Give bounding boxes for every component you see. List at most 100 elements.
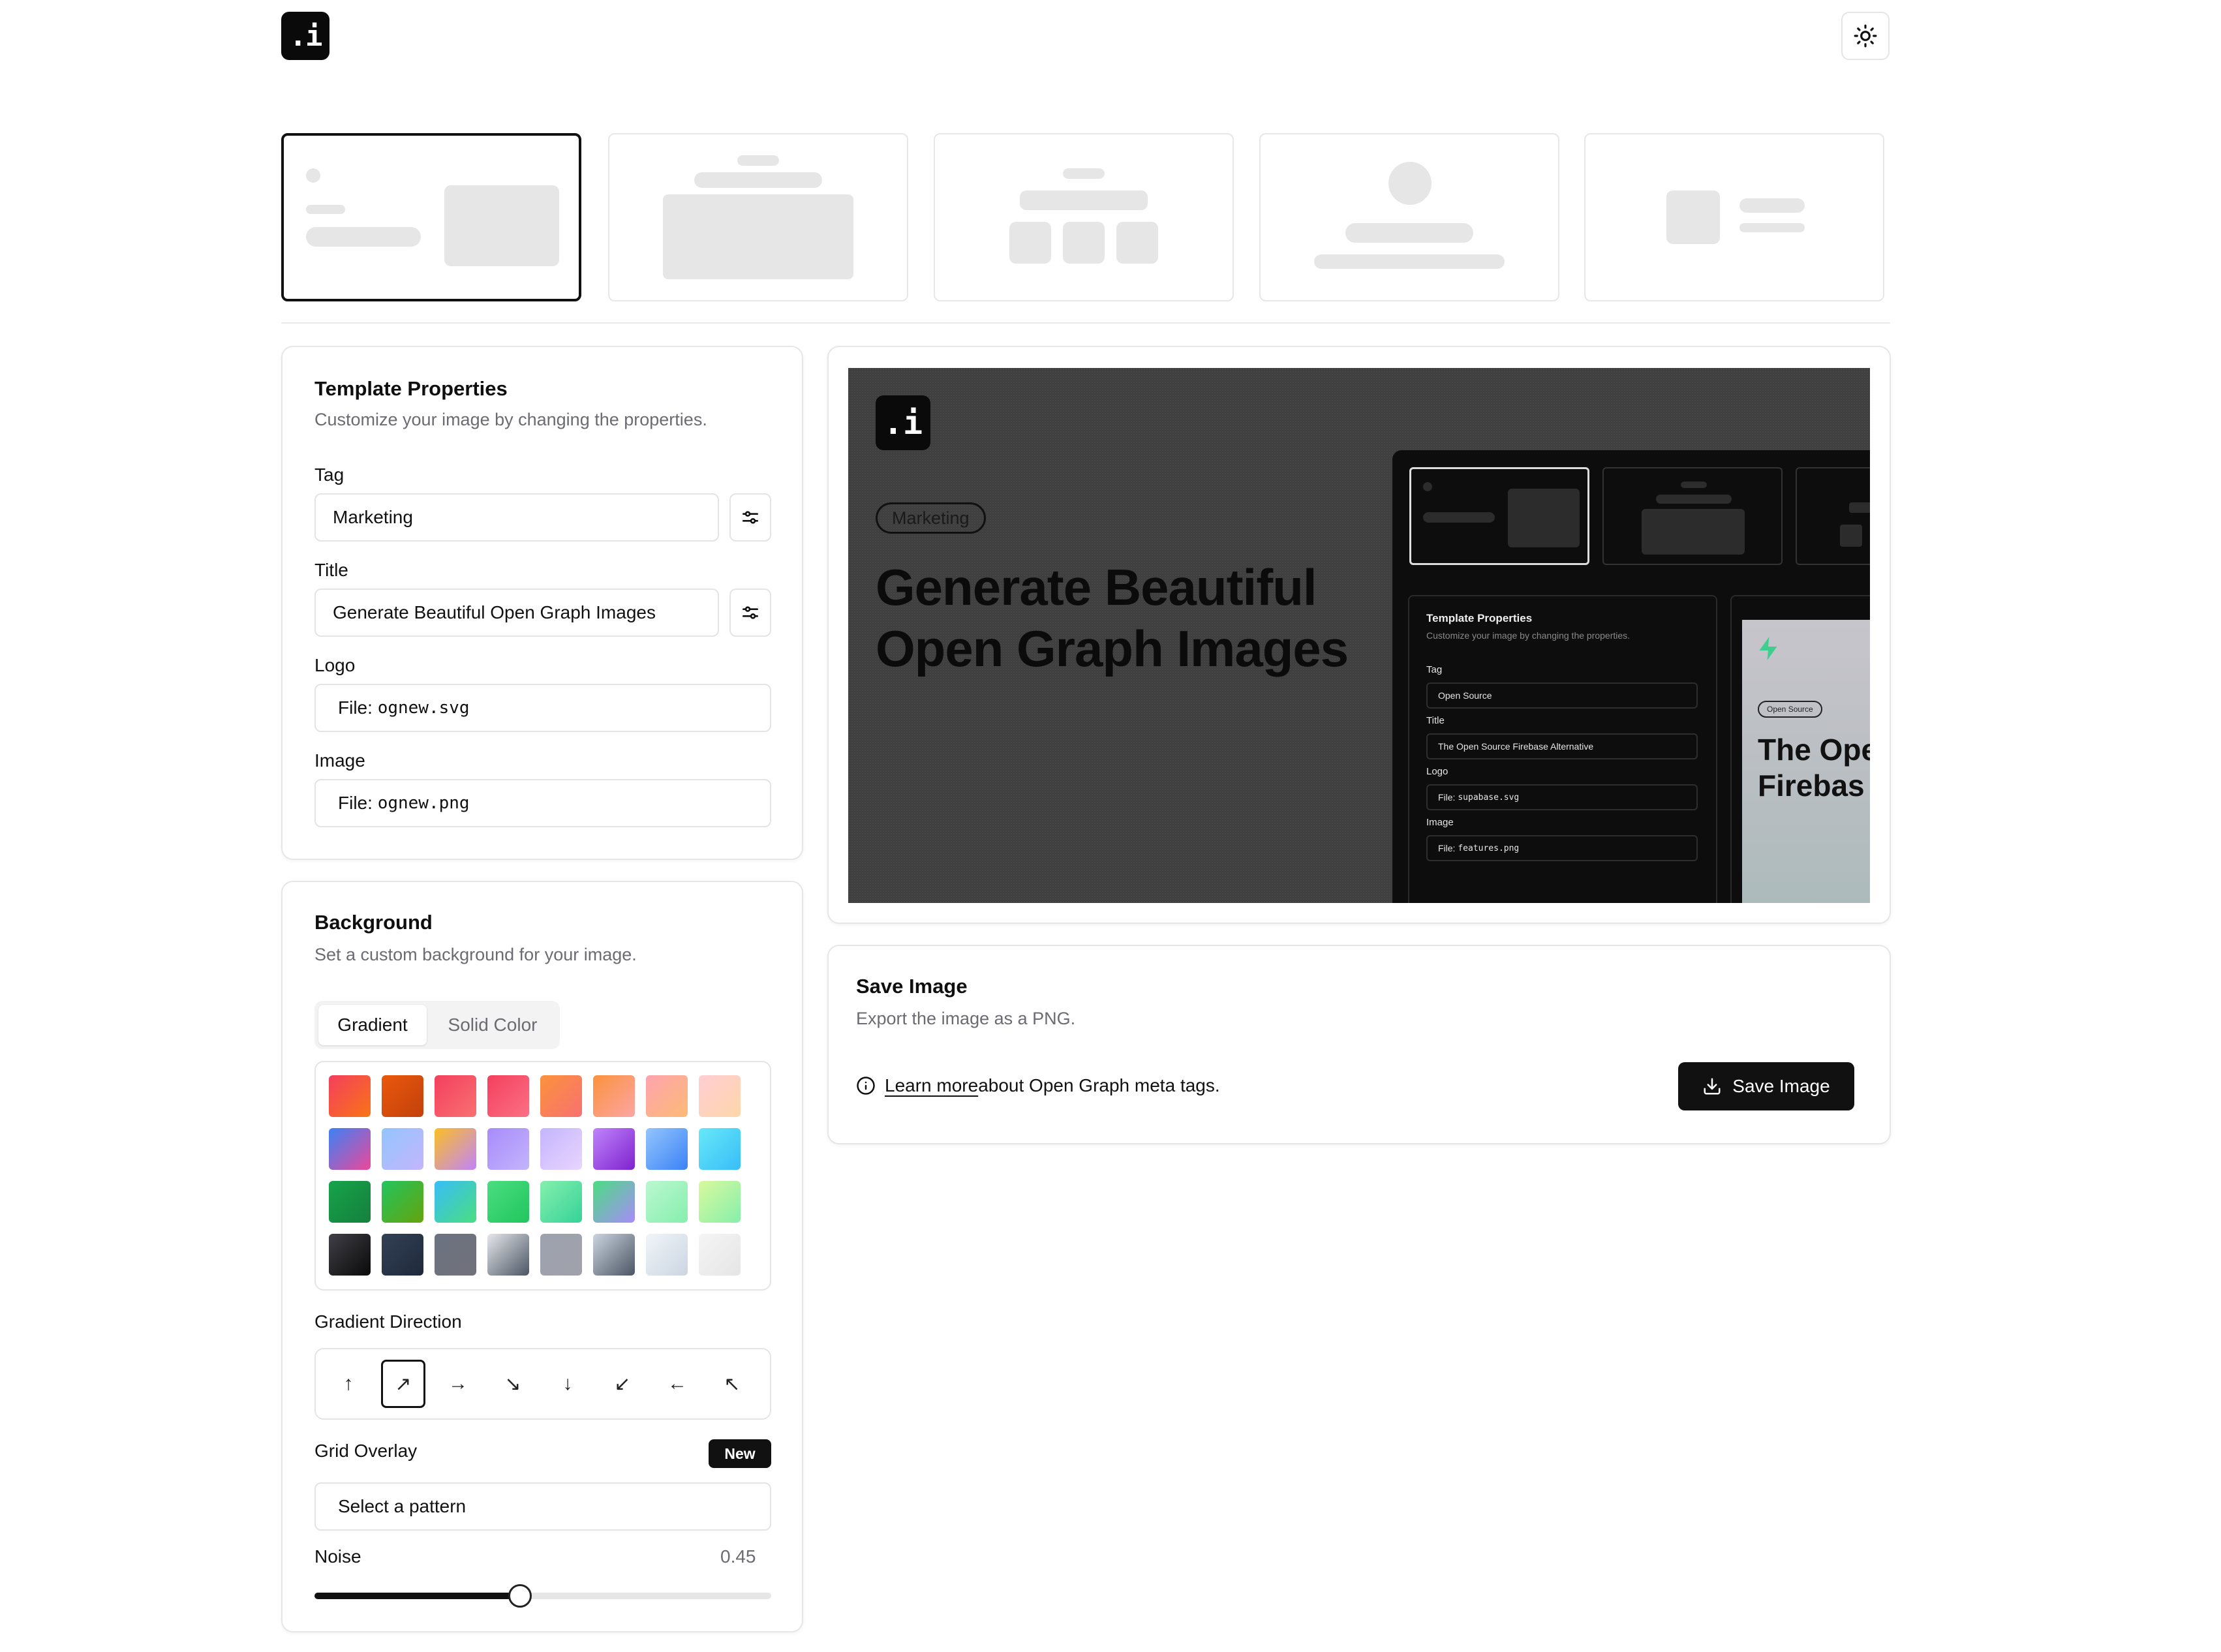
screenshot-preview-image: Open Source The Ope Firebas: [1742, 620, 1870, 903]
gradient-swatch[interactable]: [699, 1128, 741, 1170]
learn-more-link[interactable]: Learn more: [885, 1075, 978, 1095]
gradient-direction-group: ↑ ↗ → ↘ ↓ ↙ ← ↖: [314, 1348, 771, 1420]
theme-toggle-button[interactable]: [1841, 12, 1890, 60]
screenshot-image-label: Image: [1426, 817, 1454, 828]
screenshot-preview-title: The Ope Firebas: [1758, 732, 1870, 804]
gradient-swatch[interactable]: [487, 1075, 529, 1117]
save-image-button[interactable]: Save Image: [1678, 1062, 1854, 1110]
gradient-swatch[interactable]: [487, 1181, 529, 1223]
save-image-title: Save Image: [856, 975, 968, 998]
screenshot-logo-file: supabase.svg: [1458, 792, 1520, 803]
template-option-4[interactable]: [1259, 133, 1559, 301]
gradient-swatch[interactable]: [329, 1234, 371, 1276]
template-option-2[interactable]: [608, 133, 908, 301]
gradient-swatch[interactable]: [435, 1181, 476, 1223]
template-option-5[interactable]: [1584, 133, 1884, 301]
noise-slider-fill: [314, 1593, 520, 1599]
direction-up-icon[interactable]: ↑: [326, 1360, 371, 1408]
image-file-prefix: File:: [338, 793, 378, 813]
screenshot-tag-label: Tag: [1426, 664, 1443, 675]
logo-label: Logo: [314, 655, 356, 675]
template-option-1[interactable]: [281, 133, 581, 301]
app-logo[interactable]: .i: [281, 12, 329, 60]
gradient-swatch[interactable]: [646, 1181, 688, 1223]
pattern-select[interactable]: Select a pattern: [314, 1482, 771, 1531]
gradient-swatch[interactable]: [593, 1234, 635, 1276]
tag-label: Tag: [314, 465, 345, 485]
screenshot-preview-title-line-2: Firebas: [1758, 769, 1865, 803]
gradient-swatch[interactable]: [382, 1075, 423, 1117]
direction-down-right-icon[interactable]: ↘: [491, 1360, 535, 1408]
screenshot-logo-input: File: supabase.svg: [1426, 784, 1698, 810]
tag-input[interactable]: Marketing: [314, 493, 719, 542]
background-title: Background: [314, 911, 433, 934]
screenshot-template-thumb: [1796, 467, 1870, 565]
direction-down-left-icon[interactable]: ↙: [600, 1360, 645, 1408]
direction-right-icon[interactable]: →: [436, 1360, 480, 1408]
tag-settings-button[interactable]: [729, 493, 771, 542]
gradient-swatch[interactable]: [540, 1234, 582, 1276]
gradient-swatch[interactable]: [435, 1234, 476, 1276]
direction-down-icon[interactable]: ↓: [545, 1360, 590, 1408]
screenshot-properties-card: Template Properties Customize your image…: [1408, 595, 1717, 903]
title-label: Title: [314, 560, 348, 580]
gradient-swatch[interactable]: [487, 1234, 529, 1276]
gradient-swatch[interactable]: [646, 1128, 688, 1170]
logo-file-prefix: File:: [338, 697, 378, 718]
gradient-swatch[interactable]: [593, 1128, 635, 1170]
supabase-bolt-icon: [1759, 637, 1777, 660]
info-icon: [857, 1077, 875, 1095]
gradient-swatch[interactable]: [435, 1128, 476, 1170]
gradient-swatch[interactable]: [699, 1234, 741, 1276]
gradient-direction-label: Gradient Direction: [314, 1311, 462, 1332]
background-subtitle: Set a custom background for your image.: [314, 945, 637, 964]
logo-file-name: ognew.svg: [377, 698, 470, 718]
image-label: Image: [314, 750, 365, 771]
gradient-swatch[interactable]: [329, 1181, 371, 1223]
gradient-swatch[interactable]: [329, 1128, 371, 1170]
direction-up-left-icon[interactable]: ↖: [710, 1360, 754, 1408]
gradient-swatch-grid: [314, 1061, 771, 1291]
gradient-swatch[interactable]: [699, 1075, 741, 1117]
screenshot-image-input: File: features.png: [1426, 835, 1698, 861]
noise-label: Noise: [314, 1546, 361, 1567]
preview-tag: Marketing: [876, 502, 986, 534]
gradient-swatch[interactable]: [382, 1181, 423, 1223]
sliders-icon: [743, 511, 758, 524]
gradient-swatch[interactable]: [540, 1075, 582, 1117]
template-option-3[interactable]: [934, 133, 1234, 301]
gradient-swatch[interactable]: [540, 1128, 582, 1170]
image-file-input[interactable]: File: ognew.png: [314, 779, 771, 827]
title-value: Generate Beautiful Open Graph Images: [333, 602, 656, 622]
title-settings-button[interactable]: [729, 589, 771, 637]
gradient-swatch[interactable]: [593, 1181, 635, 1223]
direction-left-icon[interactable]: ←: [655, 1360, 699, 1408]
screenshot-logo-label: Logo: [1426, 766, 1448, 777]
tab-solid-color[interactable]: Solid Color: [429, 1005, 556, 1045]
screenshot-card-subtitle: Customize your image by changing the pro…: [1426, 630, 1631, 641]
gradient-swatch[interactable]: [646, 1234, 688, 1276]
gradient-swatch[interactable]: [382, 1128, 423, 1170]
divider: [281, 322, 1890, 324]
direction-up-right-icon[interactable]: ↗: [381, 1360, 425, 1408]
pattern-select-value: Select a pattern: [338, 1496, 467, 1516]
gradient-swatch[interactable]: [435, 1075, 476, 1117]
gradient-swatch[interactable]: [593, 1075, 635, 1117]
title-input[interactable]: Generate Beautiful Open Graph Images: [314, 589, 719, 637]
gradient-swatch[interactable]: [540, 1181, 582, 1223]
noise-slider-thumb[interactable]: [508, 1584, 532, 1608]
meta-tags-info: Learn moreabout Open Graph meta tags.: [856, 1075, 1220, 1096]
template-properties-subtitle: Customize your image by changing the pro…: [314, 410, 707, 429]
gradient-swatch[interactable]: [329, 1075, 371, 1117]
gradient-swatch[interactable]: [487, 1128, 529, 1170]
gradient-swatch[interactable]: [699, 1181, 741, 1223]
og-image-preview: .i Marketing Generate Beautiful Open Gra…: [848, 368, 1870, 903]
preview-title-line-2: Open Graph Images: [876, 619, 1349, 677]
screenshot-title-input: The Open Source Firebase Alternative: [1426, 733, 1698, 759]
logo-file-input[interactable]: File: ognew.svg: [314, 684, 771, 732]
gradient-swatch[interactable]: [382, 1234, 423, 1276]
image-file-name: ognew.png: [377, 793, 470, 813]
preview-title-line-1: Generate Beautiful: [876, 558, 1317, 616]
tab-gradient[interactable]: Gradient: [318, 1005, 427, 1045]
gradient-swatch[interactable]: [646, 1075, 688, 1117]
